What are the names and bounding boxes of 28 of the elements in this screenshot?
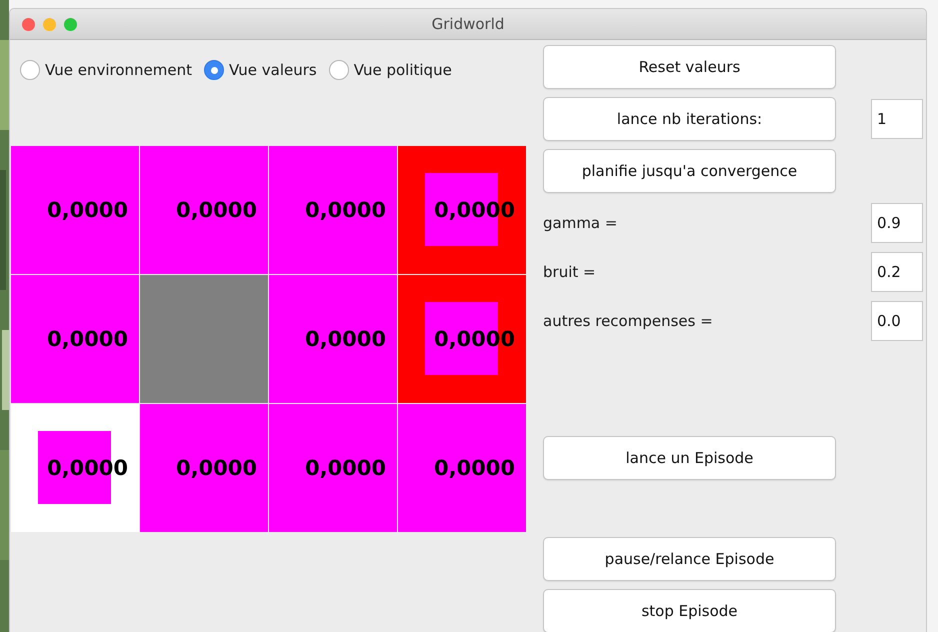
param-field[interactable]: 0.9 [871, 203, 923, 243]
cell-value: 0,0000 [304, 456, 386, 480]
reset-button[interactable]: Reset valeurs [543, 45, 836, 89]
convergence-button[interactable]: planifie jusqu'a convergence [543, 149, 836, 193]
stop-button[interactable]: stop Episode [543, 589, 836, 632]
view-radio[interactable]: Vue environnement [20, 60, 192, 80]
episode-button[interactable]: lance un Episode [543, 436, 836, 480]
minimize-button[interactable] [43, 18, 56, 30]
pause-button[interactable]: pause/relance Episode [543, 537, 836, 581]
view-radio[interactable]: Vue politique [328, 60, 452, 80]
zoom-button[interactable] [64, 18, 77, 30]
cell-value: 0,0000 [304, 327, 386, 351]
close-button[interactable] [22, 18, 35, 30]
param-label: bruit = [543, 263, 596, 281]
cell-value: 0,0000 [46, 198, 128, 222]
param-label: gamma = [543, 214, 618, 232]
param-field[interactable]: 0.0 [871, 301, 923, 341]
iterations-field[interactable]: 1 [871, 99, 923, 139]
cell-value: 0,0000 [304, 198, 386, 222]
iterations-button[interactable]: lance nb iterations: [543, 97, 836, 141]
view-radio[interactable]: Vue valeurs [204, 60, 317, 80]
param-field[interactable]: 0.2 [871, 252, 923, 292]
cell-value: 0,0000 [176, 456, 257, 480]
window-title: Gridworld [432, 15, 504, 33]
param-label: autres recompenses = [543, 312, 713, 330]
cell-value: 0,0000 [434, 456, 515, 480]
cell-value: 0,0000 [46, 327, 128, 351]
cell-value: 0,0000 [176, 198, 257, 222]
